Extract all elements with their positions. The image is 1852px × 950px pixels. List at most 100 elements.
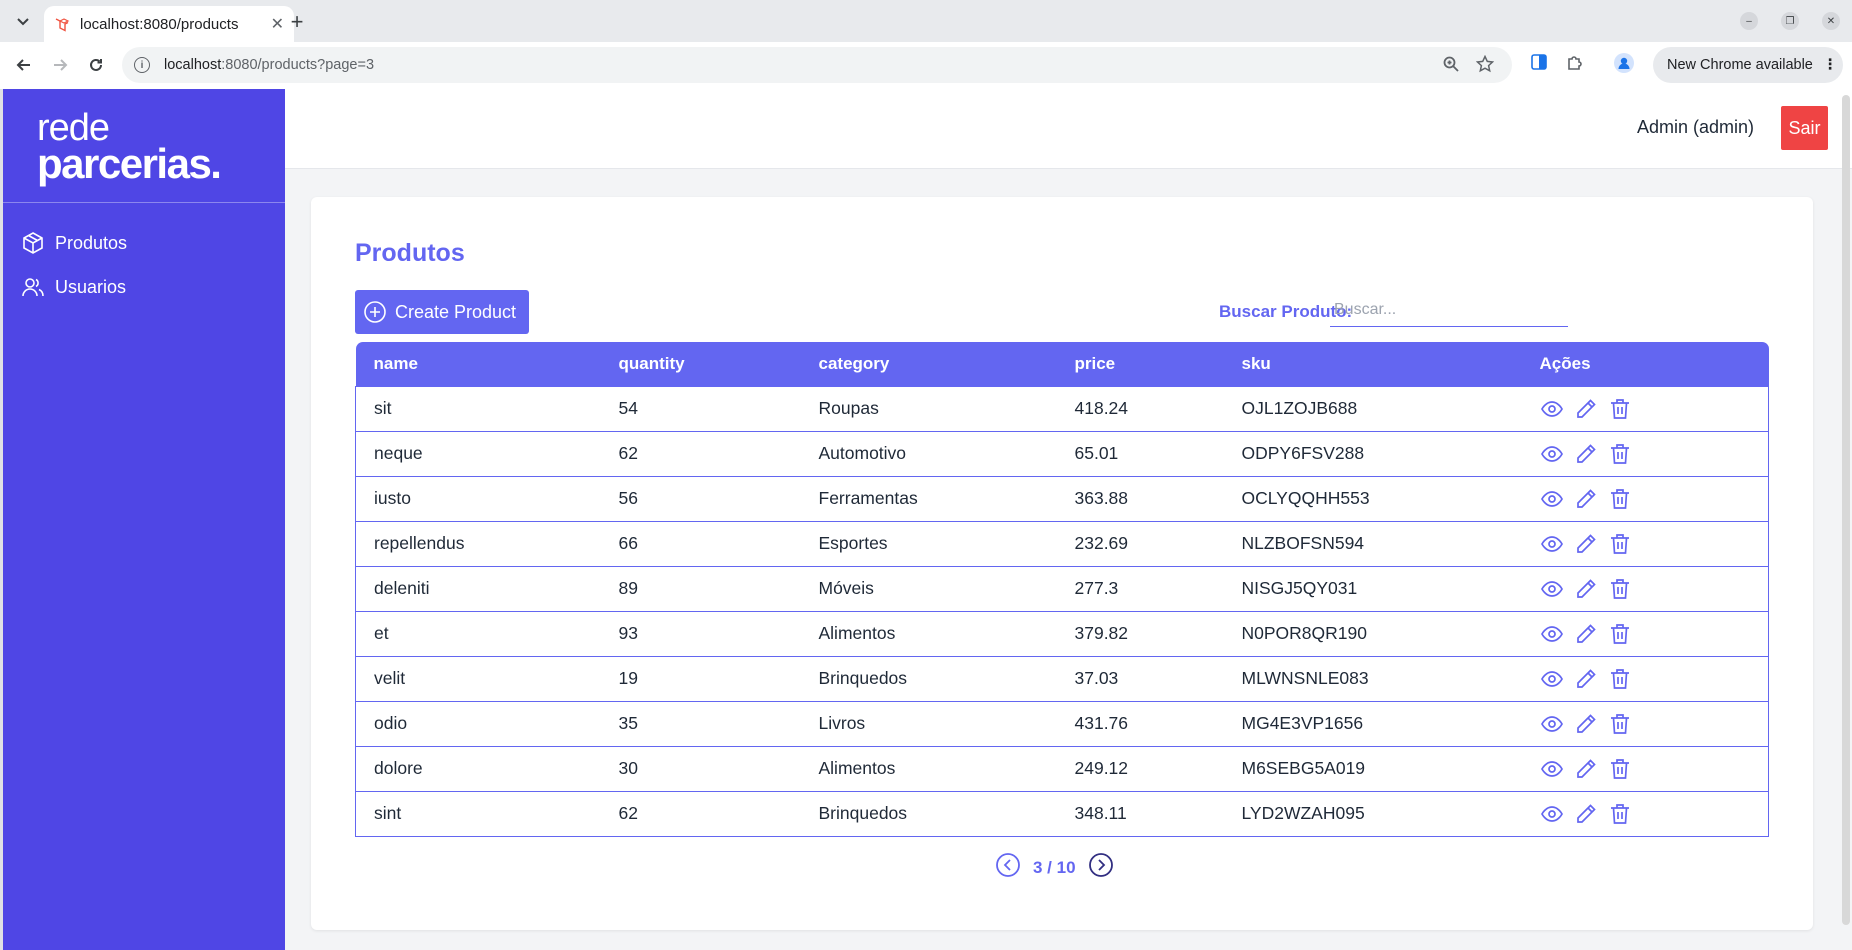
logout-button[interactable]: Sair [1781,106,1828,150]
new-chrome-available-button[interactable]: New Chrome available ⋮ [1653,47,1843,83]
view-eye-icon[interactable] [1540,577,1564,601]
edit-pencil-icon[interactable] [1574,532,1598,556]
current-user: Admin (admin) [1636,117,1754,137]
delete-trash-icon[interactable] [1608,667,1632,691]
new-chrome-label: New Chrome available [1667,57,1813,73]
delete-trash-icon[interactable] [1608,622,1632,646]
create-product-label: Create Product [395,301,517,322]
view-eye-icon[interactable] [1540,712,1564,736]
tab-close-icon[interactable]: ✕ [271,14,284,34]
column-header-actions: Ações [1521,342,1769,386]
cell-category: Alimentos [800,610,1057,656]
cell-sku: MG4E3VP1656 [1223,700,1522,746]
side-panel-icon[interactable] [1530,53,1548,76]
cell-name: dolore [355,745,601,791]
view-eye-icon[interactable] [1540,757,1564,781]
delete-trash-icon[interactable] [1608,802,1632,826]
column-header-price: price [1056,342,1224,386]
bookmark-star-icon[interactable] [1476,55,1494,73]
cell-actions [1521,610,1769,656]
logo-line-2: parcerias. [37,140,222,188]
table-row: repellendus 66 Esportes 232.69 NLZBOFSN594 [355,520,1769,566]
address-bar[interactable]: i localhost:8080/products?page=3 [122,47,1512,83]
delete-trash-icon[interactable] [1608,577,1632,601]
row-actions [1540,577,1769,601]
sidebar-item-produtos[interactable]: Produtos [3,221,285,265]
scrollbar-thumb[interactable] [1842,95,1850,925]
table-row: sit 54 Roupas 418.24 OJL1ZOJB688 [355,385,1769,431]
profile-avatar-icon[interactable] [1614,53,1634,78]
sidebar-item-label: Produtos [55,232,128,253]
browser-tab[interactable]: localhost:8080/products ✕ [44,6,294,42]
edit-pencil-icon[interactable] [1574,757,1598,781]
page-scrollbar[interactable] [1840,89,1852,950]
sidebar: rede parcerias. Produtos Usuarios [3,89,285,950]
delete-trash-icon[interactable] [1608,397,1632,421]
view-eye-icon[interactable] [1540,397,1564,421]
main-content: Admin (admin) Sair Produtos Create Produ… [285,89,1852,950]
edit-pencil-icon[interactable] [1574,802,1598,826]
tab-strip: localhost:8080/products ✕ + – ❐ ✕ [0,0,1852,42]
cell-quantity: 93 [600,610,801,656]
edit-pencil-icon[interactable] [1574,667,1598,691]
window-close-icon[interactable]: ✕ [1822,12,1840,30]
zoom-icon[interactable] [1442,55,1460,73]
sidebar-item-usuarios[interactable]: Usuarios [3,265,285,309]
delete-trash-icon[interactable] [1608,532,1632,556]
edit-pencil-icon[interactable] [1574,487,1598,511]
edit-pencil-icon[interactable] [1574,622,1598,646]
next-page-icon[interactable] [1088,852,1114,883]
column-header-sku: sku [1223,342,1522,386]
edit-pencil-icon[interactable] [1574,397,1598,421]
cell-actions [1521,475,1769,521]
view-eye-icon[interactable] [1540,802,1564,826]
reload-icon[interactable] [84,53,108,77]
brand-logo: rede parcerias. [3,89,285,203]
sidebar-item-label: Usuarios [55,276,127,297]
minimize-icon[interactable]: – [1740,12,1758,30]
view-eye-icon[interactable] [1540,442,1564,466]
cell-name: et [355,610,601,656]
delete-trash-icon[interactable] [1608,442,1632,466]
menu-kebab-icon[interactable]: ⋮ [1823,57,1838,73]
laravel-favicon-icon [55,18,70,32]
cell-name: iusto [355,475,601,521]
table-header-row: name quantity category price sku Ações [355,342,1769,386]
view-eye-icon[interactable] [1540,487,1564,511]
cell-actions [1521,790,1769,837]
cell-price: 348.11 [1056,790,1224,837]
view-eye-icon[interactable] [1540,622,1564,646]
cell-sku: OJL1ZOJB688 [1223,385,1522,431]
forward-icon[interactable] [48,53,72,77]
view-eye-icon[interactable] [1540,532,1564,556]
new-tab-button[interactable]: + [284,9,310,35]
products-card: Produtos Create Product Buscar Produto: … [311,197,1813,930]
cell-price: 418.24 [1056,385,1224,431]
previous-page-icon[interactable] [995,852,1021,883]
site-info-icon[interactable]: i [134,57,150,73]
edit-pencil-icon[interactable] [1574,577,1598,601]
search-input[interactable] [1330,293,1568,327]
back-icon[interactable] [12,53,36,77]
restore-icon[interactable]: ❐ [1781,12,1799,30]
edit-pencil-icon[interactable] [1574,712,1598,736]
row-actions [1540,487,1769,511]
tab-search-button[interactable] [10,9,36,35]
cell-quantity: 30 [600,745,801,791]
extensions-icon[interactable] [1566,53,1584,76]
cell-category: Alimentos [800,745,1057,791]
create-product-button[interactable]: Create Product [355,290,529,334]
table-row: velit 19 Brinquedos 37.03 MLWNSNLE083 [355,655,1769,701]
sidebar-nav: Produtos Usuarios [3,203,285,309]
cell-sku: M6SEBG5A019 [1223,745,1522,791]
edit-pencil-icon[interactable] [1574,442,1598,466]
delete-trash-icon[interactable] [1608,712,1632,736]
cell-category: Brinquedos [800,790,1057,837]
view-eye-icon[interactable] [1540,667,1564,691]
cell-price: 379.82 [1056,610,1224,656]
delete-trash-icon[interactable] [1608,487,1632,511]
delete-trash-icon[interactable] [1608,757,1632,781]
chevron-down-icon [17,18,29,26]
column-header-name: name [355,342,601,386]
cell-quantity: 19 [600,655,801,701]
